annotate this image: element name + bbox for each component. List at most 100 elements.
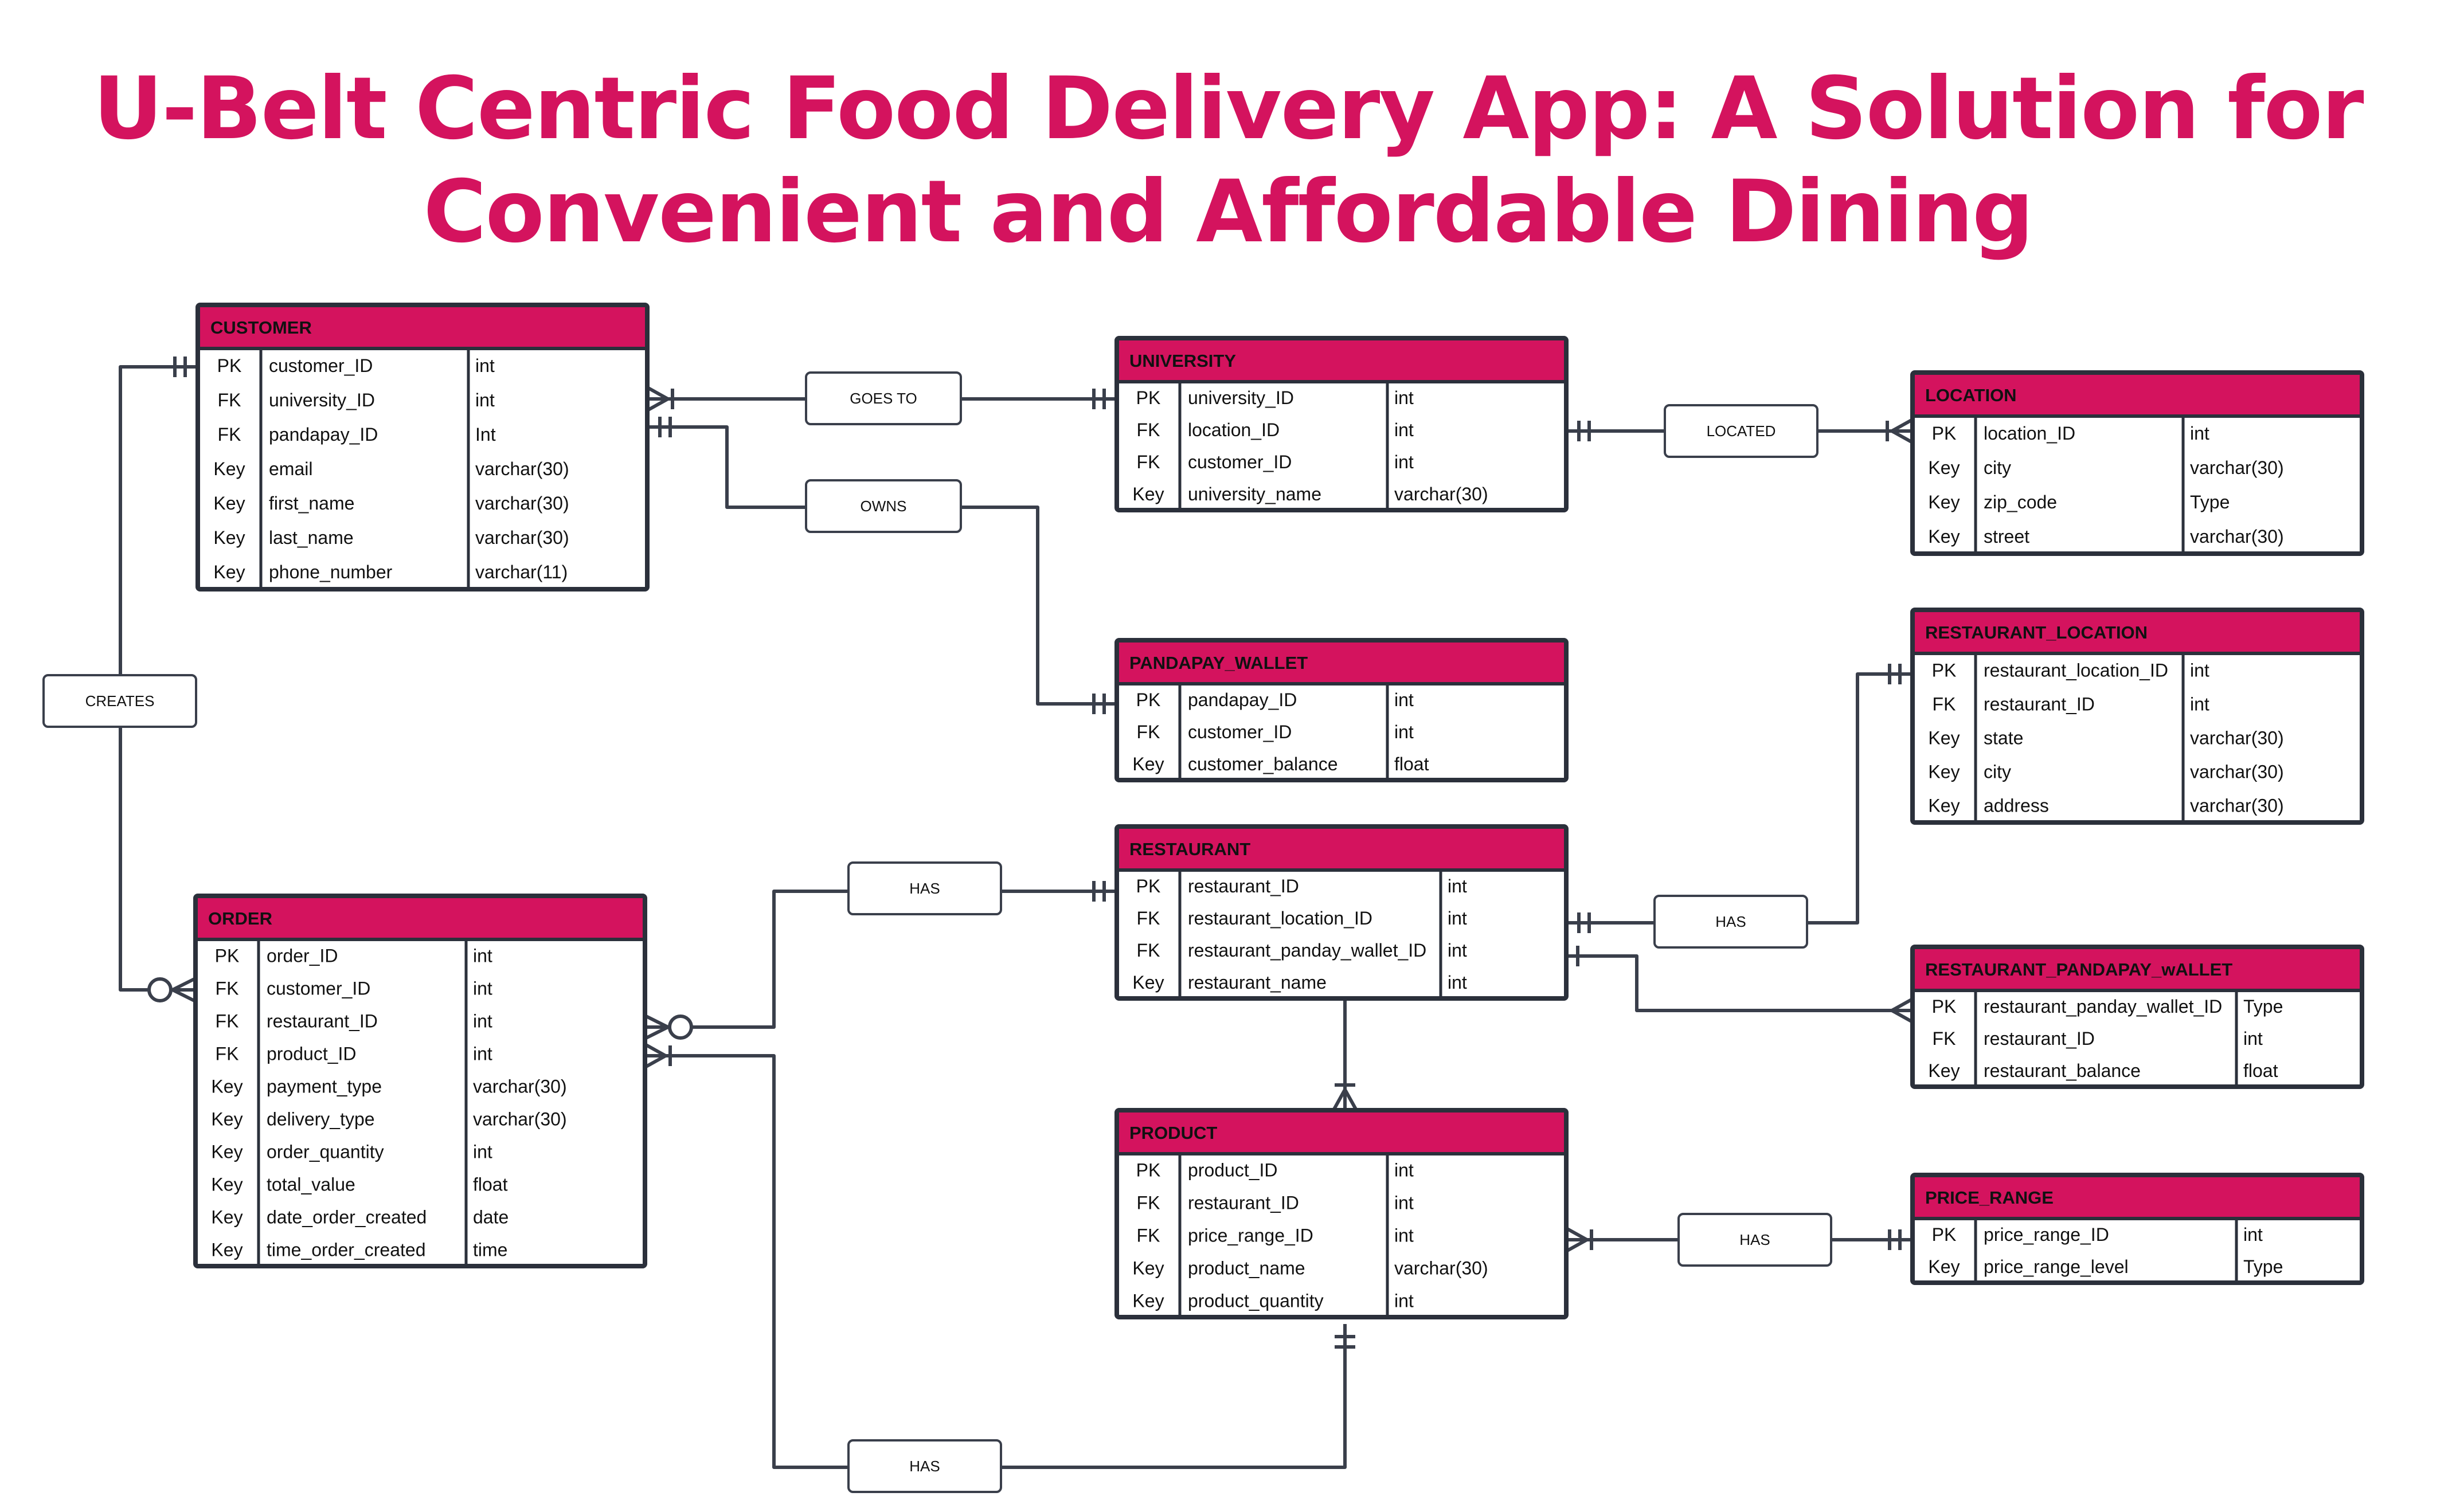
entity-name: PRICE_RANGE — [1925, 1188, 2054, 1208]
key-type: FK — [1137, 452, 1160, 472]
field-name: order_quantity — [267, 1142, 384, 1162]
key-type: Key — [211, 1207, 243, 1228]
entity-name: CUSTOMER — [210, 318, 312, 338]
field-name: product_quantity — [1188, 1291, 1324, 1311]
key-type: PK — [1136, 1160, 1161, 1181]
entity-tables: CUSTOMERPK customer_ID intFK university_ID i… — [193, 303, 2364, 1319]
key-type: FK — [1137, 722, 1160, 742]
key-type: Key — [1132, 1258, 1164, 1279]
field-name: payment_type — [267, 1076, 382, 1097]
key-type: Key — [213, 527, 245, 548]
field-type: varchar(11) — [475, 562, 568, 582]
key-type: PK — [215, 946, 240, 966]
field-type: int — [1394, 1225, 1414, 1246]
field-name: price_range_ID — [1188, 1225, 1313, 1246]
field-name: customer_ID — [1188, 722, 1292, 742]
field-name: restaurant_balance — [1984, 1060, 2141, 1081]
entity-price-range[interactable]: PRICE_RANGE PK price_range_ID int Key price_r… — [1910, 1173, 2364, 1285]
field-name: product_ID — [1188, 1160, 1278, 1181]
field-type: float — [2243, 1060, 2278, 1081]
field-type: Type — [2243, 1256, 2283, 1277]
key-type: Key — [1928, 526, 1960, 547]
rest-wallet-line — [1566, 954, 1913, 1012]
field-type: varchar(30) — [475, 527, 569, 548]
key-type: FK — [218, 390, 241, 410]
key-type: Key — [1132, 754, 1164, 774]
relationship-label-text: GOES TO — [850, 390, 917, 407]
entity-pandapay-wallet[interactable]: PANDAPAY_WALLETPK pandapay_ID intFK custome… — [1114, 638, 1569, 782]
key-type: FK — [1137, 908, 1160, 929]
key-type: FK — [1933, 694, 1956, 715]
relationship-label-text: HAS — [1739, 1231, 1770, 1248]
field-name: restaurant_location_ID — [1188, 908, 1372, 929]
relationship-label-owns[interactable]: OWNS — [805, 479, 962, 533]
field-name: phone_number — [269, 562, 393, 582]
field-type: int — [1394, 722, 1414, 742]
key-type: Key — [213, 562, 245, 582]
field-name: university_ID — [1188, 387, 1294, 408]
entity-name: ORDER — [208, 908, 272, 929]
entity-name: PANDAPAY_WALLET — [1129, 653, 1308, 673]
field-type: int — [2190, 423, 2209, 444]
key-type: PK — [1932, 996, 1957, 1017]
field-type: Type — [2190, 492, 2230, 512]
owns-line — [647, 425, 1117, 706]
field-type: int — [1448, 876, 1467, 896]
entity-product[interactable]: PRODUCTPK product_ID intFK restaurant_ID int… — [1114, 1108, 1569, 1319]
field-name: zip_code — [1984, 492, 2057, 512]
field-type: int — [2190, 694, 2209, 715]
field-name: customer_balance — [1188, 754, 1337, 774]
field-type: int — [1394, 1193, 1414, 1213]
key-type: FK — [1933, 1028, 1956, 1049]
entity-order[interactable]: ORDERPK order_ID intFK customer_ID intFK rest… — [193, 894, 647, 1268]
entity-university[interactable]: UNIVERSITYPK university_ID intFK location_I… — [1114, 336, 1569, 512]
key-type: Key — [1928, 492, 1960, 512]
field-type: int — [473, 1011, 492, 1032]
key-type: Key — [1132, 484, 1164, 504]
field-name: product_name — [1188, 1258, 1305, 1279]
field-type: varchar(30) — [475, 493, 569, 514]
field-type: Type — [2243, 996, 2283, 1017]
relationship-label-order-has-product[interactable]: HAS — [847, 1439, 1002, 1493]
entity-restaurant[interactable]: RESTAURANTPK restaurant_ID intFK restaurant… — [1114, 824, 1569, 1001]
relationship-label-text: CREATES — [85, 692, 155, 710]
key-type: Key — [1928, 457, 1960, 478]
field-name: delivery_type — [267, 1109, 375, 1130]
field-name: customer_ID — [267, 978, 370, 999]
relationship-label-text: OWNS — [861, 498, 907, 515]
field-name: date_order_created — [267, 1207, 427, 1228]
field-type: float — [1394, 754, 1429, 774]
key-type: Key — [213, 493, 245, 514]
key-type: Key — [1132, 1291, 1164, 1311]
entity-customer[interactable]: CUSTOMERPK customer_ID intFK university_ID i… — [195, 303, 650, 592]
entity-location[interactable]: LOCATION PK location_ID int Key city varchar(3… — [1910, 370, 2364, 556]
entity-name: PRODUCT — [1129, 1123, 1217, 1143]
relationship-label-goes-to[interactable]: GOES TO — [805, 371, 962, 425]
key-type: Key — [1928, 1060, 1960, 1081]
key-type: FK — [216, 1044, 239, 1064]
relationship-label-located[interactable]: LOCATED — [1664, 404, 1818, 458]
relationship-label-creates[interactable]: CREATES — [42, 674, 197, 728]
field-type: varchar(30) — [473, 1076, 567, 1097]
key-type: Key — [1928, 762, 1960, 782]
field-name: city — [1984, 762, 2011, 782]
field-name: last_name — [269, 527, 354, 548]
key-type: Key — [1132, 972, 1164, 993]
key-type: Key — [211, 1076, 243, 1097]
key-type: FK — [216, 978, 239, 999]
field-name: location_ID — [1984, 423, 2075, 444]
entity-restaurant-pandapay-wallet[interactable]: RESTAURANT_PANDAPAY_wALLET PK restaurant_p… — [1910, 945, 2364, 1089]
relationship-label-restaurant-has-location[interactable]: HAS — [1653, 895, 1808, 949]
key-type: FK — [216, 1011, 239, 1032]
field-name: order_ID — [267, 946, 338, 966]
relationship-label-order-has-restaurant[interactable]: HAS — [847, 861, 1002, 915]
field-name: customer_ID — [269, 355, 373, 376]
relationship-label-product-has-price-range[interactable]: HAS — [1677, 1213, 1832, 1267]
field-type: time — [473, 1240, 507, 1260]
key-type: PK — [1932, 660, 1957, 681]
field-type: int — [1448, 972, 1467, 993]
entity-restaurant-location[interactable]: RESTAURANT_LOCATION PK restaurant_location… — [1910, 608, 2364, 825]
key-type: FK — [1137, 940, 1160, 961]
key-type: Key — [211, 1240, 243, 1260]
field-name: restaurant_ID — [1188, 1193, 1299, 1213]
